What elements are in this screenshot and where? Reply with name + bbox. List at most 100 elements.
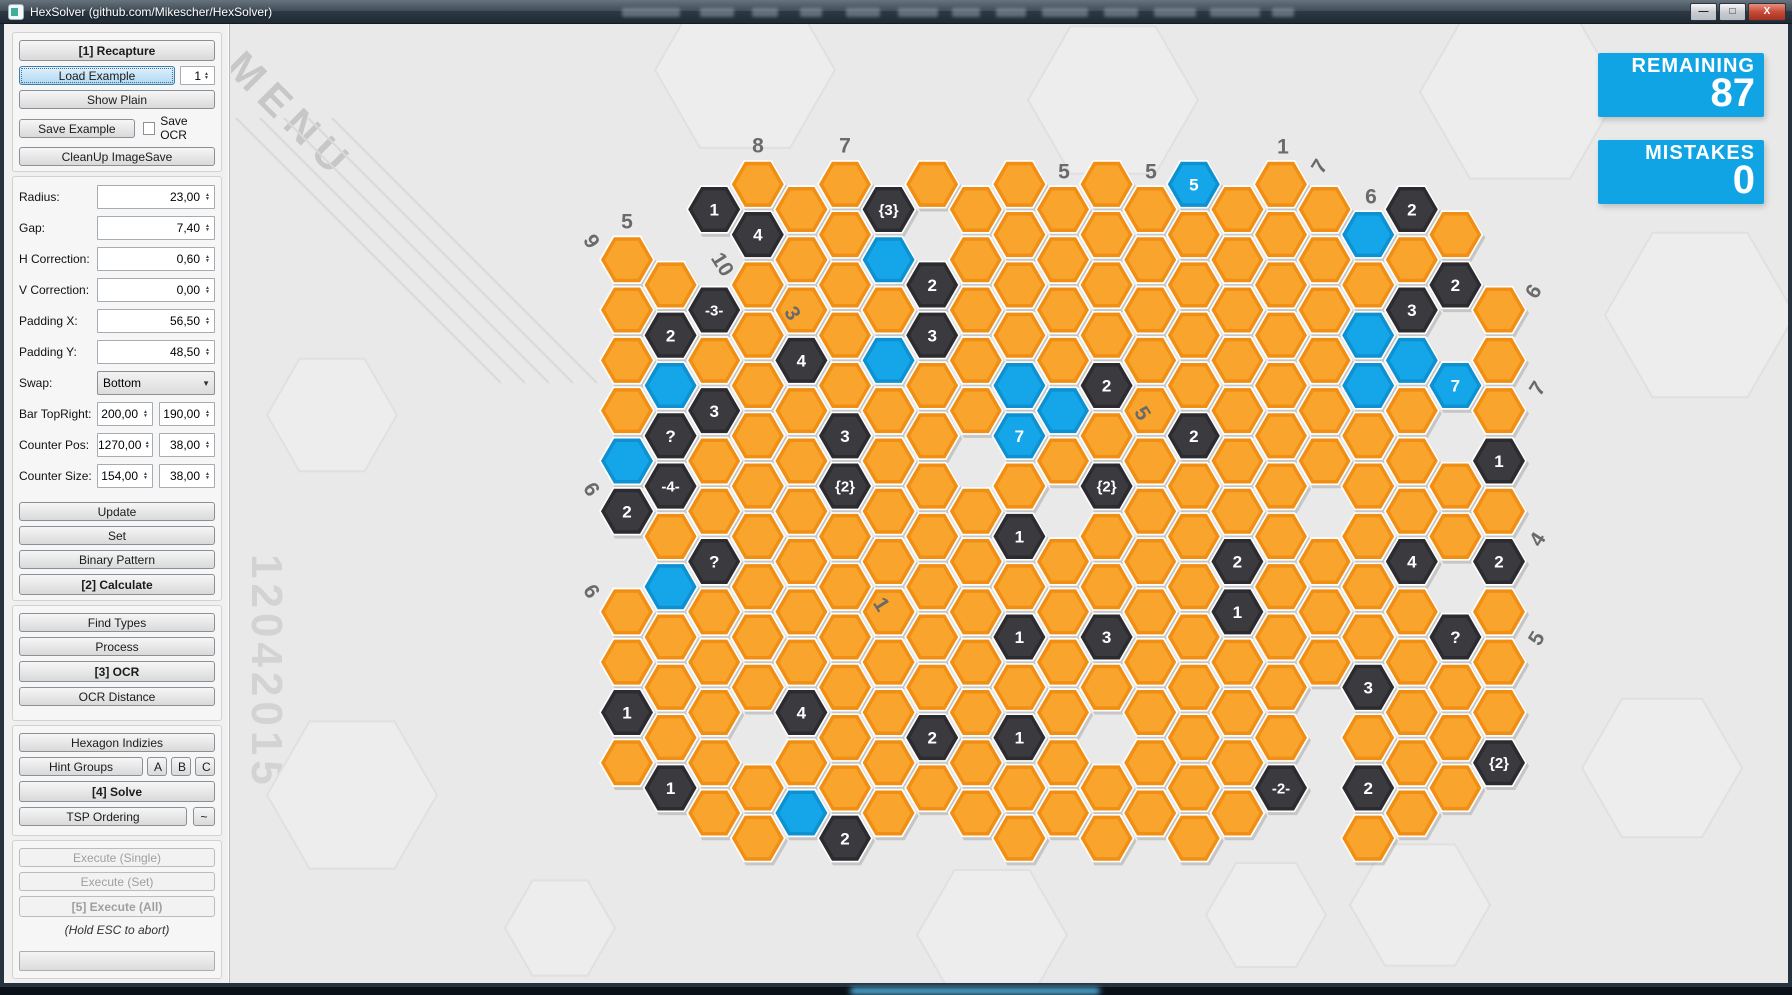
tsp-tilde-button[interactable]: ~	[193, 807, 215, 826]
radius-value: 23,00	[170, 190, 202, 204]
load-example-stepper[interactable]: 1 ▲▼	[180, 66, 215, 85]
hint-groups-button[interactable]: Hint Groups	[19, 757, 143, 776]
set-button[interactable]: Set	[19, 526, 215, 545]
paddingx-label: Padding X:	[19, 314, 97, 328]
hex-cell-label: {3}	[879, 202, 899, 219]
counter-size-y-field[interactable]: 38,00 ▲▼	[159, 464, 215, 488]
hex-cells[interactable]: 212?-4-11-3-3?4443{2}2{3}23271112{2}3522…	[599, 160, 1529, 865]
save-ocr-checkbox[interactable]: Save OCR	[143, 114, 215, 142]
spinner-arrows-icon[interactable]: ▲▼	[202, 317, 213, 325]
background-menu-item	[846, 8, 880, 17]
load-example-button[interactable]: Load Example	[19, 66, 175, 85]
execute-single-button[interactable]: Execute (Single)	[19, 848, 215, 867]
gap-field[interactable]: 7,40 ▲▼	[97, 216, 215, 240]
hex-cell-label: 3	[1363, 678, 1372, 697]
background-menu-item	[996, 8, 1026, 17]
spinner-arrows-icon[interactable]: ▲▼	[202, 255, 213, 263]
hex-cell-label: 1	[666, 779, 675, 798]
counter-pos-y-field[interactable]: 38,00 ▲▼	[159, 433, 215, 457]
swap-dropdown[interactable]: Bottom ▼	[97, 371, 215, 395]
spinner-arrows-icon[interactable]: ▲▼	[140, 472, 151, 480]
counter-size-y-value: 38,00	[170, 469, 202, 483]
paddingy-label: Padding Y:	[19, 345, 97, 359]
capture-group: [1] Recapture Load Example 1 ▲▼ Show Pla…	[12, 32, 222, 172]
hex-cell-label: ?	[1450, 628, 1460, 647]
mistakes-label: MISTAKES	[1598, 143, 1755, 163]
close-button[interactable]: X	[1748, 3, 1786, 21]
hex-cell-label: 7	[1015, 427, 1024, 446]
hex-cell-label: ?	[709, 553, 719, 572]
maximize-button[interactable]: □	[1719, 3, 1746, 21]
bar-topright-x-field[interactable]: 200,00 ▲▼	[97, 402, 153, 426]
spinner-arrows-icon[interactable]: ▲▼	[202, 348, 213, 356]
hexagon-indizies-button[interactable]: Hexagon Indizies	[19, 733, 215, 752]
hint-label: 5	[1524, 627, 1550, 649]
hint-label: 6	[1521, 281, 1547, 303]
hint-a-button[interactable]: A	[147, 757, 167, 776]
minimize-button[interactable]: —	[1690, 3, 1717, 21]
vcorrection-field[interactable]: 0,00 ▲▼	[97, 278, 215, 302]
recapture-button[interactable]: [1] Recapture	[19, 40, 215, 61]
solve-button[interactable]: [4] Solve	[19, 781, 215, 802]
hex-cell-label: 5	[1189, 175, 1198, 194]
hint-b-button[interactable]: B	[171, 757, 191, 776]
hcorrection-field[interactable]: 0,60 ▲▼	[97, 247, 215, 271]
spinner-arrows-icon[interactable]: ▲▼	[202, 193, 213, 201]
hint-label: 5	[1058, 161, 1070, 184]
game-canvas[interactable]: MENU 12042015 212?-4-11-3-3?4443{2}2{3}2…	[231, 24, 1788, 983]
counter-pos-x-field[interactable]: 1270,00 ▲▼	[97, 433, 153, 457]
execute-all-button[interactable]: [5] Execute (All)	[19, 896, 215, 917]
process-button[interactable]: Process	[19, 637, 215, 656]
bar-topright-y-field[interactable]: 190,00 ▲▼	[159, 402, 215, 426]
background-menu-item	[800, 8, 822, 17]
save-example-button[interactable]: Save Example	[19, 119, 135, 138]
swap-label: Swap:	[19, 376, 97, 390]
decor-diagonal-lines	[236, 118, 597, 383]
hex-cell-label: {2}	[1097, 479, 1117, 496]
vcorrection-label: V Correction:	[19, 283, 97, 297]
spinner-arrows-icon[interactable]: ▲▼	[140, 410, 151, 418]
hint-label: 5	[1145, 161, 1157, 184]
spinner-arrows-icon[interactable]: ▲▼	[201, 72, 212, 80]
paddingx-field[interactable]: 56,50 ▲▼	[97, 309, 215, 333]
hex-cell-label: 3	[1102, 628, 1111, 647]
hex-cell-label: 4	[753, 226, 763, 245]
hex-cell-label: 1	[1233, 603, 1242, 622]
execute-set-button[interactable]: Execute (Set)	[19, 872, 215, 891]
show-plain-button[interactable]: Show Plain	[19, 90, 215, 109]
spinner-arrows-icon[interactable]: ▲▼	[202, 224, 213, 232]
ocr-button[interactable]: [3] OCR	[19, 661, 215, 682]
checkbox-icon[interactable]	[143, 122, 156, 135]
remaining-counter: REMAINING 87	[1598, 53, 1764, 117]
spinner-arrows-icon[interactable]: ▲▼	[202, 286, 213, 294]
hint-label: 7	[1525, 378, 1551, 400]
binary-pattern-button[interactable]: Binary Pattern	[19, 550, 215, 569]
paddingy-field[interactable]: 48,50 ▲▼	[97, 340, 215, 364]
radius-field[interactable]: 23,00 ▲▼	[97, 185, 215, 209]
bar-topright-y-value: 190,00	[163, 407, 202, 421]
hex-cell-label: 1	[1015, 628, 1024, 647]
hex-grid[interactable]: 212?-4-11-3-3?4443{2}2{3}23271112{2}3522…	[231, 24, 1788, 983]
mistakes-counter: MISTAKES 0	[1598, 140, 1764, 204]
hex-cell-label: 3	[709, 402, 718, 421]
hint-label: 6	[578, 479, 604, 501]
spinner-arrows-icon[interactable]: ▲▼	[202, 441, 213, 449]
tsp-ordering-button[interactable]: TSP Ordering	[19, 807, 187, 826]
hex-cell-label: 2	[1233, 553, 1242, 572]
hcorrection-value: 0,60	[177, 252, 202, 266]
hex-cell-label: 4	[797, 704, 807, 723]
cleanup-imagesave-button[interactable]: CleanUp ImageSave	[19, 147, 215, 166]
hex-cell-label: 4	[1407, 553, 1417, 572]
update-button[interactable]: Update	[19, 502, 215, 521]
spinner-arrows-icon[interactable]: ▲▼	[202, 410, 213, 418]
title-bar: HexSolver (github.com/Mikescher/HexSolve…	[0, 0, 1792, 24]
ocr-distance-button[interactable]: OCR Distance	[19, 687, 215, 706]
spinner-arrows-icon[interactable]: ▲▼	[143, 441, 151, 449]
find-types-button[interactable]: Find Types	[19, 613, 215, 632]
counter-size-x-field[interactable]: 154,00 ▲▼	[97, 464, 153, 488]
counter-size-x-value: 154,00	[101, 469, 140, 483]
hint-c-button[interactable]: C	[195, 757, 215, 776]
calculate-button[interactable]: [2] Calculate	[19, 574, 215, 595]
spinner-arrows-icon[interactable]: ▲▼	[202, 472, 213, 480]
taskbar-sliver	[0, 987, 1792, 995]
